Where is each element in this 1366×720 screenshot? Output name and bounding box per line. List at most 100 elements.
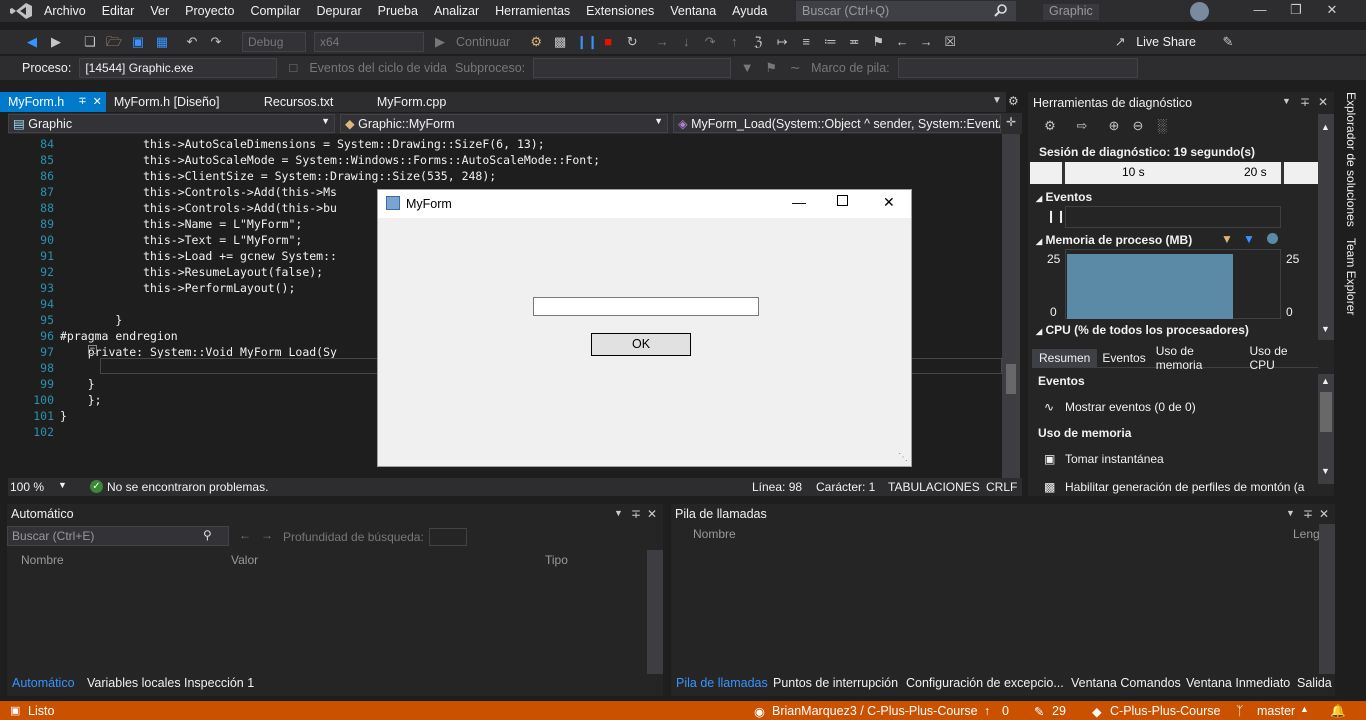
tab-uso-cpu[interactable]: Uso de CPU xyxy=(1245,342,1318,374)
take-snapshot-link[interactable]: Tomar instantánea xyxy=(1065,452,1164,466)
step-out-icon[interactable]: ↑ xyxy=(726,34,742,50)
problems-status[interactable]: No se encontraron problemas. xyxy=(107,480,268,494)
screenshot-icon[interactable]: ▩ xyxy=(552,34,568,50)
dialog-titlebar[interactable]: MyForm — ✕ xyxy=(378,190,911,218)
flag-icon[interactable]: ⚑ xyxy=(763,60,779,76)
tab-variables-locales[interactable]: Variables locales xyxy=(87,676,181,690)
save-icon[interactable]: ▣ xyxy=(130,34,146,50)
tabs-indicator[interactable]: TABULACIONES xyxy=(888,480,980,494)
tab-ventana-comandos[interactable]: Ventana Comandos xyxy=(1071,676,1181,690)
scroll-down-icon[interactable]: ▼ xyxy=(1321,466,1330,476)
menu-depurar[interactable]: Depurar xyxy=(308,0,369,22)
line-indicator[interactable]: Línea: 98 xyxy=(752,480,802,494)
team-explorer-tab[interactable]: Team Explorer xyxy=(1344,238,1358,315)
chevron-down-icon[interactable]: ▼ xyxy=(1286,508,1295,518)
tab-recursos[interactable]: Recursos.txt xyxy=(256,92,369,112)
solution-explorer-tab[interactable]: Explorador de soluciones xyxy=(1344,92,1358,227)
pin-icon[interactable]: ∓ xyxy=(78,92,86,112)
search-icon[interactable]: ⚲ xyxy=(203,528,212,542)
range-end-handle[interactable] xyxy=(1281,162,1284,184)
notifications-icon[interactable]: 🔔 xyxy=(1330,704,1346,719)
close-tab-icon[interactable]: ✕ xyxy=(93,92,102,112)
pin-icon[interactable]: ∓ xyxy=(631,507,641,521)
pause-icon[interactable]: ❙❙ xyxy=(576,34,598,50)
scrollbar-thumb[interactable] xyxy=(1006,364,1016,394)
memory-header[interactable]: ◢ Memoria de proceso (MB) xyxy=(1036,233,1192,247)
tab-config-excepciones[interactable]: Configuración de excepcio... xyxy=(906,676,1064,690)
uncomment-icon[interactable]: ≖ xyxy=(846,34,862,50)
tab-inspeccion[interactable]: Inspección 1 xyxy=(184,676,254,690)
comment-icon[interactable]: ≔ xyxy=(822,34,838,50)
events-header[interactable]: ◢ Eventos xyxy=(1036,190,1092,204)
filter-icon[interactable]: ▼ xyxy=(739,60,755,76)
hot-reload-icon[interactable]: ℨ xyxy=(750,34,766,50)
diagram-icon[interactable]: ↦ xyxy=(774,34,790,50)
show-events-link[interactable]: Mostrar eventos (0 de 0) xyxy=(1065,400,1196,414)
menu-extensiones[interactable]: Extensiones xyxy=(578,0,662,22)
config-select[interactable]: Debug xyxy=(242,32,306,52)
chart-icon[interactable]: ░ xyxy=(1154,118,1170,134)
tab-uso-memoria[interactable]: Uso de memoria xyxy=(1151,342,1245,374)
new-project-icon[interactable]: ❏ xyxy=(82,34,98,50)
feedback-icon[interactable]: ✎ xyxy=(1220,34,1236,50)
save-all-icon[interactable]: ▦ xyxy=(154,34,170,50)
step-over-icon[interactable]: ↷ xyxy=(702,34,718,50)
tab-eventos[interactable]: Eventos xyxy=(1097,349,1150,367)
changes-count[interactable]: 29 xyxy=(1052,704,1066,718)
back-icon[interactable]: ◀ xyxy=(24,34,40,50)
tab-automatico[interactable]: Automático xyxy=(12,676,75,690)
show-next-icon[interactable]: → xyxy=(654,34,670,50)
close-icon[interactable]: ✕ xyxy=(1314,2,1350,20)
diag-scrollbar[interactable]: ▲ ▼ xyxy=(1318,114,1334,340)
clear-bookmarks-icon[interactable]: ☒ xyxy=(942,34,958,50)
message-textbox[interactable] xyxy=(533,297,759,316)
live-share-button[interactable]: Live Share xyxy=(1136,35,1196,49)
thread-select[interactable] xyxy=(533,58,732,78)
tab-salida[interactable]: Salida xyxy=(1297,676,1332,690)
avatar[interactable] xyxy=(1190,2,1209,21)
col-valor[interactable]: Valor xyxy=(231,553,258,567)
menu-ver[interactable]: Ver xyxy=(142,0,177,22)
menu-editar[interactable]: Editar xyxy=(94,0,143,22)
scrollbar-thumb[interactable] xyxy=(1320,392,1332,432)
project-nav-select[interactable]: ▤ Graphic ▼ xyxy=(8,114,335,133)
col-nombre[interactable]: Nombre xyxy=(693,527,736,541)
search-input[interactable]: Buscar (Ctrl+Q) xyxy=(796,1,1016,21)
autos-scrollbar[interactable] xyxy=(647,550,663,674)
pin-icon[interactable]: ∓ xyxy=(1300,95,1310,109)
class-nav-select[interactable]: ◆ Graphic::MyForm ▼ xyxy=(340,114,668,133)
tab-myform-cpp[interactable]: MyForm.cpp xyxy=(369,92,454,112)
stop-icon[interactable]: ■ xyxy=(600,34,616,50)
close-icon[interactable]: ✕ xyxy=(647,507,657,521)
tab-list-icon[interactable]: ▼ xyxy=(992,95,1002,106)
prev-bookmark-icon[interactable]: ← xyxy=(894,34,910,50)
settings-gear-icon[interactable]: ⚙ xyxy=(1008,94,1019,108)
split-icon[interactable]: ✛ xyxy=(1006,115,1016,129)
collapse-icon[interactable]: − xyxy=(88,345,97,354)
minimize-icon[interactable]: — xyxy=(1242,2,1278,20)
export-icon[interactable]: ⇨ xyxy=(1074,118,1090,134)
col-indicator[interactable]: Carácter: 1 xyxy=(816,480,875,494)
tab-ventana-inmediato[interactable]: Ventana Inmediato xyxy=(1186,676,1290,690)
zoom-out-icon[interactable]: ⊖ xyxy=(1130,118,1146,134)
eol-indicator[interactable]: CRLF xyxy=(986,480,1017,494)
tab-myform-design[interactable]: MyForm.h [Diseño] xyxy=(106,92,256,112)
col-lenguaje[interactable]: Leng xyxy=(1293,527,1319,541)
tab-myform-h[interactable]: MyForm.h ∓ ✕ xyxy=(0,92,106,112)
scroll-up-icon[interactable]: ▲ xyxy=(1321,376,1330,386)
menu-archivo[interactable]: Archivo xyxy=(36,0,94,22)
menu-prueba[interactable]: Prueba xyxy=(370,0,426,22)
settings-icon[interactable]: ⚙ xyxy=(1042,118,1058,134)
zoom-in-icon[interactable]: ⊕ xyxy=(1106,118,1122,134)
member-nav-select[interactable]: ◈ MyForm_Load(System::Object ^ sender, S… xyxy=(673,114,1001,133)
undo-icon[interactable]: ↶ xyxy=(184,34,200,50)
chevron-up-icon[interactable]: ▲ xyxy=(1300,704,1309,714)
search-icon[interactable] xyxy=(994,3,1008,20)
resize-grip-icon[interactable]: ⋱ xyxy=(898,452,908,463)
stack-frame-select[interactable] xyxy=(897,58,1138,78)
threads-icon[interactable]: ≡ xyxy=(798,34,814,50)
restart-icon[interactable]: ↻ xyxy=(624,34,640,50)
col-nombre[interactable]: Nombre xyxy=(21,553,64,567)
pin-icon[interactable]: ∓ xyxy=(1303,507,1313,521)
maximize-icon[interactable] xyxy=(837,195,848,206)
